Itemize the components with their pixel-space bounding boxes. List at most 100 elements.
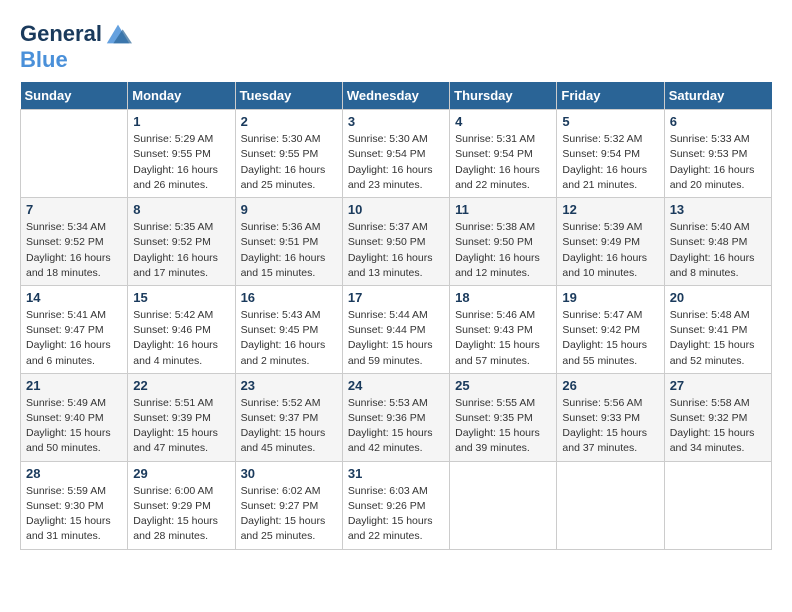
day-info: Sunrise: 5:34 AMSunset: 9:52 PMDaylight:… xyxy=(26,220,122,281)
calendar-cell xyxy=(557,461,664,549)
calendar-cell: 3 Sunrise: 5:30 AMSunset: 9:54 PMDaylight… xyxy=(342,110,449,198)
calendar-cell: 27 Sunrise: 5:58 AMSunset: 9:32 PMDayligh… xyxy=(664,373,771,461)
day-info: Sunrise: 5:32 AMSunset: 9:54 PMDaylight:… xyxy=(562,132,658,193)
day-number: 21 xyxy=(26,378,122,393)
day-info: Sunrise: 5:37 AMSunset: 9:50 PMDaylight:… xyxy=(348,220,444,281)
day-info: Sunrise: 5:44 AMSunset: 9:44 PMDaylight:… xyxy=(348,308,444,369)
day-number: 22 xyxy=(133,378,229,393)
day-header-friday: Friday xyxy=(557,82,664,110)
day-info: Sunrise: 5:55 AMSunset: 9:35 PMDaylight:… xyxy=(455,396,551,457)
calendar-cell: 1Sunrise: 5:29 AMSunset: 9:55 PMDaylight… xyxy=(128,110,235,198)
day-number: 25 xyxy=(455,378,551,393)
day-info: Sunrise: 5:47 AMSunset: 9:42 PMDaylight:… xyxy=(562,308,658,369)
calendar-cell: 31 Sunrise: 6:03 AMSunset: 9:26 PMDayligh… xyxy=(342,461,449,549)
calendar-cell: 2Sunrise: 5:30 AMSunset: 9:55 PMDaylight… xyxy=(235,110,342,198)
calendar-cell: 23 Sunrise: 5:52 AMSunset: 9:37 PMDayligh… xyxy=(235,373,342,461)
day-info: Sunrise: 5:46 AMSunset: 9:43 PMDaylight:… xyxy=(455,308,551,369)
day-header-sunday: Sunday xyxy=(21,82,128,110)
day-number: 20 xyxy=(670,290,766,305)
day-info: Sunrise: 5:56 AMSunset: 9:33 PMDaylight:… xyxy=(562,396,658,457)
day-number: 13 xyxy=(670,202,766,217)
day-number: 28 xyxy=(26,466,122,481)
day-info: Sunrise: 5:43 AMSunset: 9:45 PMDaylight:… xyxy=(241,308,337,369)
day-info: Sunrise: 5:58 AMSunset: 9:32 PMDaylight:… xyxy=(670,396,766,457)
calendar-cell: 6Sunrise: 5:33 AMSunset: 9:53 PMDaylight… xyxy=(664,110,771,198)
day-info: Sunrise: 5:35 AMSunset: 9:52 PMDaylight:… xyxy=(133,220,229,281)
calendar-cell: 21 Sunrise: 5:49 AMSunset: 9:40 PMDayligh… xyxy=(21,373,128,461)
week-row-3: 14Sunrise: 5:41 AMSunset: 9:47 PMDayligh… xyxy=(21,285,772,373)
day-number: 29 xyxy=(133,466,229,481)
day-number: 17 xyxy=(348,290,444,305)
calendar-cell: 10 Sunrise: 5:37 AMSunset: 9:50 PMDayligh… xyxy=(342,198,449,286)
day-number: 3 xyxy=(348,114,444,129)
calendar-cell: 8 Sunrise: 5:35 AMSunset: 9:52 PMDaylight… xyxy=(128,198,235,286)
day-number: 19 xyxy=(562,290,658,305)
calendar-cell xyxy=(664,461,771,549)
day-info: Sunrise: 5:48 AMSunset: 9:41 PMDaylight:… xyxy=(670,308,766,369)
day-number: 23 xyxy=(241,378,337,393)
day-info: Sunrise: 5:31 AMSunset: 9:54 PMDaylight:… xyxy=(455,132,551,193)
calendar-cell: 11Sunrise: 5:38 AMSunset: 9:50 PMDayligh… xyxy=(450,198,557,286)
calendar-cell: 25 Sunrise: 5:55 AMSunset: 9:35 PMDayligh… xyxy=(450,373,557,461)
week-row-2: 7Sunrise: 5:34 AMSunset: 9:52 PMDaylight… xyxy=(21,198,772,286)
day-info: Sunrise: 6:02 AMSunset: 9:27 PMDaylight:… xyxy=(241,484,337,545)
calendar-cell: 20 Sunrise: 5:48 AMSunset: 9:41 PMDayligh… xyxy=(664,285,771,373)
day-number: 24 xyxy=(348,378,444,393)
header-row: SundayMondayTuesdayWednesdayThursdayFrid… xyxy=(21,82,772,110)
logo-blue-text: Blue xyxy=(20,47,68,72)
day-info: Sunrise: 6:03 AMSunset: 9:26 PMDaylight:… xyxy=(348,484,444,545)
day-number: 8 xyxy=(133,202,229,217)
calendar-table: SundayMondayTuesdayWednesdayThursdayFrid… xyxy=(20,82,772,549)
calendar-cell: 4 Sunrise: 5:31 AMSunset: 9:54 PMDaylight… xyxy=(450,110,557,198)
calendar-cell: 7Sunrise: 5:34 AMSunset: 9:52 PMDaylight… xyxy=(21,198,128,286)
day-number: 9 xyxy=(241,202,337,217)
calendar-cell: 9Sunrise: 5:36 AMSunset: 9:51 PMDaylight… xyxy=(235,198,342,286)
day-number: 15 xyxy=(133,290,229,305)
calendar-cell: 17 Sunrise: 5:44 AMSunset: 9:44 PMDayligh… xyxy=(342,285,449,373)
day-number: 12 xyxy=(562,202,658,217)
week-row-4: 21 Sunrise: 5:49 AMSunset: 9:40 PMDayligh… xyxy=(21,373,772,461)
calendar-cell: 14Sunrise: 5:41 AMSunset: 9:47 PMDayligh… xyxy=(21,285,128,373)
calendar-cell: 30 Sunrise: 6:02 AMSunset: 9:27 PMDayligh… xyxy=(235,461,342,549)
day-info: Sunrise: 5:49 AMSunset: 9:40 PMDaylight:… xyxy=(26,396,122,457)
day-number: 1 xyxy=(133,114,229,129)
day-number: 31 xyxy=(348,466,444,481)
week-row-5: 28 Sunrise: 5:59 AMSunset: 9:30 PMDayligh… xyxy=(21,461,772,549)
calendar-cell: 29 Sunrise: 6:00 AMSunset: 9:29 PMDayligh… xyxy=(128,461,235,549)
week-row-1: 1Sunrise: 5:29 AMSunset: 9:55 PMDaylight… xyxy=(21,110,772,198)
day-info: Sunrise: 5:51 AMSunset: 9:39 PMDaylight:… xyxy=(133,396,229,457)
day-info: Sunrise: 5:52 AMSunset: 9:37 PMDaylight:… xyxy=(241,396,337,457)
day-number: 4 xyxy=(455,114,551,129)
logo: General Blue xyxy=(20,20,132,72)
calendar-cell: 16Sunrise: 5:43 AMSunset: 9:45 PMDayligh… xyxy=(235,285,342,373)
day-header-thursday: Thursday xyxy=(450,82,557,110)
page-header: General Blue xyxy=(20,20,772,72)
day-number: 30 xyxy=(241,466,337,481)
calendar-cell: 12 Sunrise: 5:39 AMSunset: 9:49 PMDayligh… xyxy=(557,198,664,286)
day-number: 5 xyxy=(562,114,658,129)
day-info: Sunrise: 5:53 AMSunset: 9:36 PMDaylight:… xyxy=(348,396,444,457)
day-number: 27 xyxy=(670,378,766,393)
day-info: Sunrise: 5:40 AMSunset: 9:48 PMDaylight:… xyxy=(670,220,766,281)
calendar-cell: 22 Sunrise: 5:51 AMSunset: 9:39 PMDayligh… xyxy=(128,373,235,461)
day-number: 26 xyxy=(562,378,658,393)
day-info: Sunrise: 5:30 AMSunset: 9:54 PMDaylight:… xyxy=(348,132,444,193)
day-info: Sunrise: 5:41 AMSunset: 9:47 PMDaylight:… xyxy=(26,308,122,369)
calendar-cell xyxy=(450,461,557,549)
day-info: Sunrise: 5:39 AMSunset: 9:49 PMDaylight:… xyxy=(562,220,658,281)
day-number: 10 xyxy=(348,202,444,217)
day-info: Sunrise: 6:00 AMSunset: 9:29 PMDaylight:… xyxy=(133,484,229,545)
calendar-cell: 19 Sunrise: 5:47 AMSunset: 9:42 PMDayligh… xyxy=(557,285,664,373)
day-header-saturday: Saturday xyxy=(664,82,771,110)
day-number: 6 xyxy=(670,114,766,129)
day-info: Sunrise: 5:59 AMSunset: 9:30 PMDaylight:… xyxy=(26,484,122,545)
day-info: Sunrise: 5:38 AMSunset: 9:50 PMDaylight:… xyxy=(455,220,551,281)
calendar-cell: 24 Sunrise: 5:53 AMSunset: 9:36 PMDayligh… xyxy=(342,373,449,461)
calendar-cell: 18 Sunrise: 5:46 AMSunset: 9:43 PMDayligh… xyxy=(450,285,557,373)
calendar-cell: 26 Sunrise: 5:56 AMSunset: 9:33 PMDayligh… xyxy=(557,373,664,461)
day-number: 18 xyxy=(455,290,551,305)
calendar-cell xyxy=(21,110,128,198)
day-header-tuesday: Tuesday xyxy=(235,82,342,110)
calendar-cell: 13 Sunrise: 5:40 AMSunset: 9:48 PMDayligh… xyxy=(664,198,771,286)
calendar-cell: 5 Sunrise: 5:32 AMSunset: 9:54 PMDaylight… xyxy=(557,110,664,198)
